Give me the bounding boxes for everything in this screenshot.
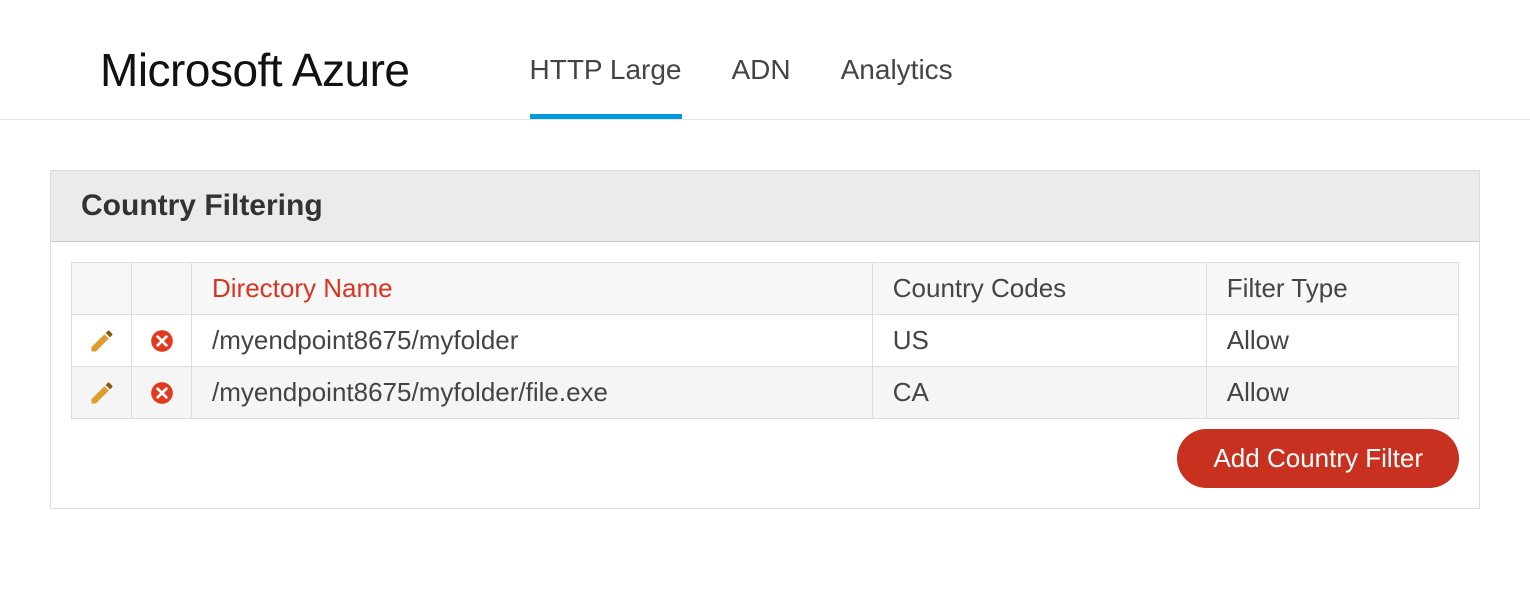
tab-http-large[interactable]: HTTP Large xyxy=(530,20,682,119)
col-edit xyxy=(72,263,132,315)
add-country-filter-button[interactable]: Add Country Filter xyxy=(1177,429,1459,488)
table-row: /myendpoint8675/myfolder/file.exe CA All… xyxy=(72,367,1459,419)
cell-codes: US xyxy=(872,315,1206,367)
panel-body: Directory Name Country Codes Filter Type xyxy=(51,242,1479,508)
cell-directory: /myendpoint8675/myfolder/file.exe xyxy=(192,367,873,419)
cell-directory: /myendpoint8675/myfolder xyxy=(192,315,873,367)
pencil-icon xyxy=(82,379,121,407)
cell-filter: Allow xyxy=(1206,367,1458,419)
delete-icon xyxy=(142,380,181,406)
panel-country-filtering: Country Filtering Directory Name Country… xyxy=(50,170,1480,509)
edit-button[interactable] xyxy=(72,367,132,419)
table-row: /myendpoint8675/myfolder US Allow xyxy=(72,315,1459,367)
edit-button[interactable] xyxy=(72,315,132,367)
tab-analytics[interactable]: Analytics xyxy=(841,20,953,119)
col-directory-name[interactable]: Directory Name xyxy=(192,263,873,315)
filter-table: Directory Name Country Codes Filter Type xyxy=(71,262,1459,419)
delete-button[interactable] xyxy=(132,367,192,419)
col-delete xyxy=(132,263,192,315)
tabs: HTTP Large ADN Analytics xyxy=(530,20,953,119)
header: Microsoft Azure HTTP Large ADN Analytics xyxy=(0,0,1530,120)
pencil-icon xyxy=(82,327,121,355)
panel-title: Country Filtering xyxy=(51,171,1479,242)
delete-icon xyxy=(142,328,181,354)
logo: Microsoft Azure xyxy=(100,43,410,97)
col-country-codes: Country Codes xyxy=(872,263,1206,315)
table-header-row: Directory Name Country Codes Filter Type xyxy=(72,263,1459,315)
cell-codes: CA xyxy=(872,367,1206,419)
delete-button[interactable] xyxy=(132,315,192,367)
cell-filter: Allow xyxy=(1206,315,1458,367)
tab-adn[interactable]: ADN xyxy=(732,20,791,119)
col-filter-type: Filter Type xyxy=(1206,263,1458,315)
